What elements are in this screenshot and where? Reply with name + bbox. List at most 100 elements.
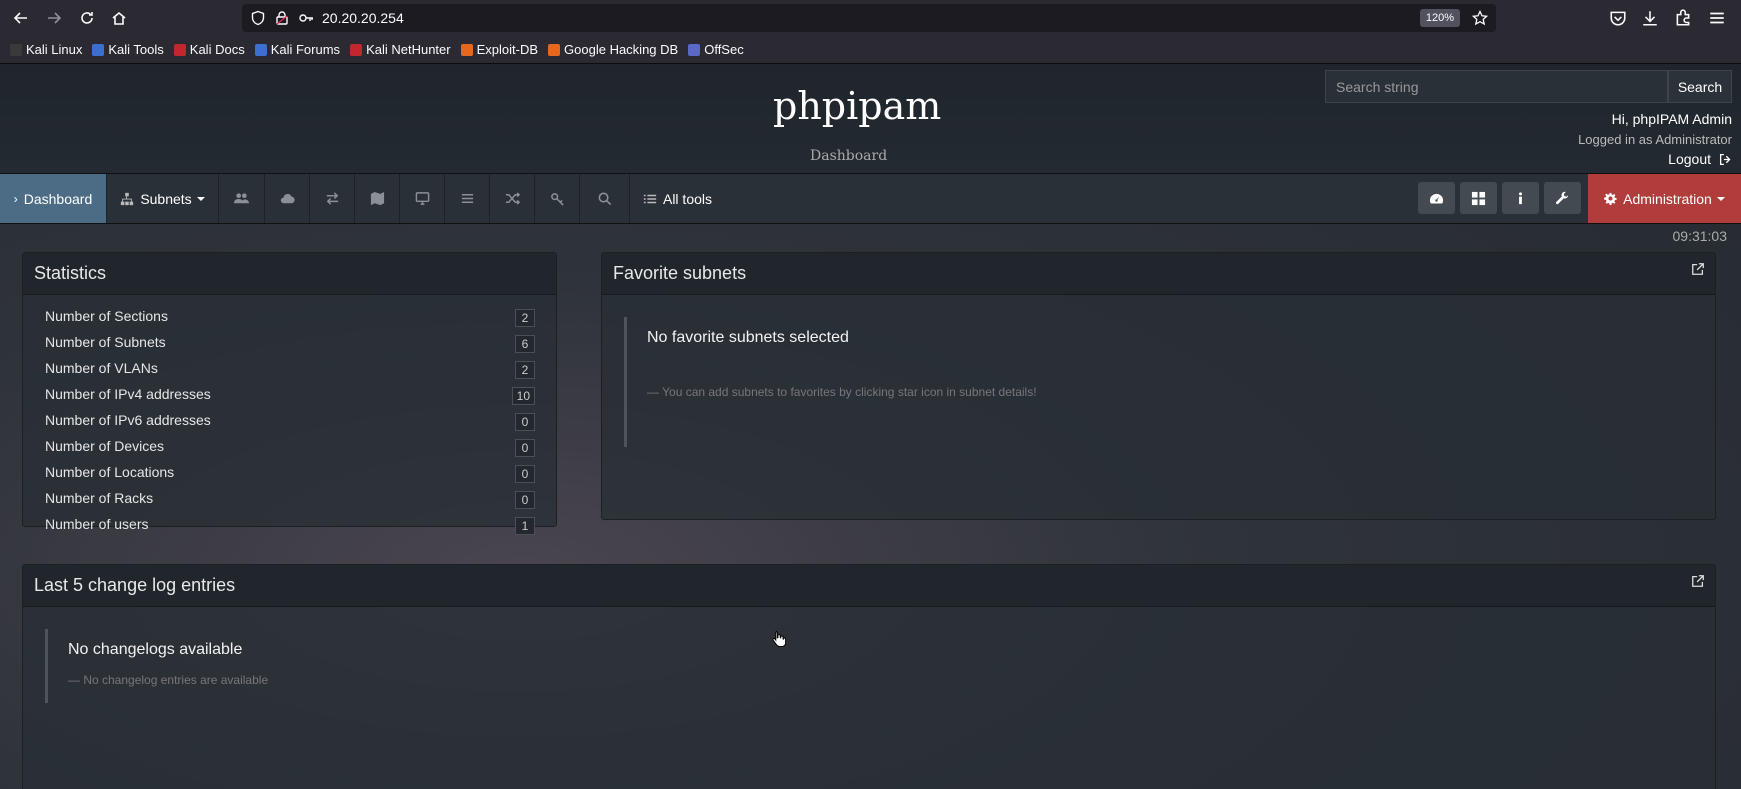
list-icon [643,194,657,203]
statistics-label: Number of IPv4 addresses [45,386,211,402]
tool-settings-button[interactable] [1544,182,1581,214]
url-bar[interactable]: 20.20.20.254 120% [242,4,1496,32]
statistics-count-badge: 0 [515,413,535,431]
wrench-icon [1556,191,1569,204]
sign-out-icon [1719,153,1731,165]
bookmark-item[interactable]: Kali Linux [10,42,82,57]
external-link-icon[interactable] [1691,574,1705,588]
statistics-row: Number of VLANs 2 [45,360,535,382]
bookmark-item[interactable]: Kali Docs [173,42,245,57]
menu-cloud[interactable] [265,174,310,223]
statistics-count-badge: 2 [515,309,535,327]
brand-title[interactable]: phpipam [773,84,941,128]
statistics-label: Number of Locations [45,464,175,480]
statistics-count-badge: 1 [515,517,535,535]
changelog-empty-title: No changelogs available [68,641,243,658]
menu-devices[interactable] [400,174,445,223]
forward-icon[interactable] [42,6,66,30]
back-icon[interactable] [9,6,33,30]
bookmark-label: Kali Linux [26,42,83,57]
extensions-icon[interactable] [1674,9,1692,27]
statistics-count-badge: 0 [515,439,535,457]
changelog-panel: Last 5 change log entries No changelogs … [22,564,1716,789]
statistics-count-badge: 0 [515,491,535,509]
menu-all-tools[interactable]: All tools [630,174,725,223]
menu-subnets-label: Subnets [140,190,192,207]
external-link-icon[interactable] [1691,262,1705,276]
hamburger-menu-icon[interactable] [1708,9,1726,27]
statistics-panel: Statistics Number of Sections 2 Number of … [22,252,557,535]
search-button[interactable]: Search [1668,70,1732,103]
caret-down-icon [196,196,205,201]
favorites-empty-hint: — You can add subnets to favorites by cl… [647,385,1037,399]
sitemap-icon [121,192,134,205]
statistics-label: Number of Racks [45,490,154,506]
statistics-label: Number of Sections [45,308,168,324]
menu-key[interactable] [535,174,580,223]
user-greeting: Hi, phpIPAM Admin [1611,111,1732,127]
bookmark-item[interactable]: Kali Forums [254,42,341,57]
url-text[interactable]: 20.20.20.254 [322,10,404,26]
bookmark-item[interactable]: Kali Tools [92,42,164,57]
bookmark-favicon-icon [10,43,22,56]
shield-icon[interactable] [250,10,266,26]
page-header: phpipam Dashboard Search Hi, phpIPAM Adm… [0,64,1741,174]
bookmark-label: OffSec [704,42,744,57]
menu-users[interactable] [219,174,265,223]
pocket-icon[interactable] [1609,9,1627,27]
search-form: Search [1325,70,1732,103]
statistics-row: Number of Devices 0 [45,438,535,460]
tool-widgets-button[interactable] [1460,182,1497,214]
bookmark-item[interactable]: OffSec [688,42,744,57]
gear-icon [1604,192,1617,205]
key-icon [550,193,564,206]
favorite-subnets-title: Favorite subnets [613,263,747,283]
statistics-label: Number of IPv6 addresses [45,412,211,428]
clock: 09:31:03 [1672,228,1728,244]
menu-list[interactable] [445,174,490,223]
changelog-empty-message: No changelogs available — No changelog e… [45,629,1045,703]
bookmark-item[interactable]: Kali NetHunter [350,42,451,57]
bookmark-label: Kali NetHunter [366,42,451,57]
bookmark-favicon-icon [548,43,561,56]
lock-icon[interactable] [274,10,290,26]
changelog-header: Last 5 change log entries [23,565,1715,607]
key-icon[interactable] [298,10,314,26]
download-icon[interactable] [1641,9,1659,27]
page-subtitle: Dashboard [810,148,888,164]
bookmark-label: Google Hacking DB [564,42,679,57]
statistics-row: Number of IPv4 addresses 10 [45,386,535,408]
bookmark-favicon-icon [92,43,105,56]
menu-map[interactable] [355,174,400,223]
administration-menu[interactable]: Administration [1588,174,1741,223]
menu-random[interactable] [490,174,535,223]
bookmark-item[interactable]: Exploit-DB [460,42,539,57]
list-icon [461,194,473,203]
menu-subnets[interactable]: Subnets [107,174,219,223]
statistics-row: Number of Sections 2 [45,308,535,330]
bookmark-label: Exploit-DB [476,42,539,57]
reload-icon[interactable] [75,6,99,30]
tool-info-button[interactable] [1502,182,1539,214]
logout-link[interactable]: Logout [1668,151,1732,167]
statistics-label: Number of Subnets [45,334,166,350]
statistics-label: Number of Devices [45,438,165,454]
menu-exchange[interactable] [310,174,355,223]
bookmark-label: Kali Forums [270,42,341,57]
search-input[interactable] [1325,70,1668,103]
main-menu: › Dashboard Subnets All tools Administra… [0,174,1741,224]
th-large-icon [1471,191,1486,205]
menu-search[interactable] [580,174,630,223]
bookmark-item[interactable]: Google Hacking DB [548,42,678,57]
home-icon[interactable] [107,6,131,30]
zoom-level[interactable]: 120% [1419,9,1460,27]
bookmark-label: Kali Docs [189,42,245,57]
hand-cursor-icon [772,631,787,647]
bookmark-favicon-icon [173,43,186,56]
menu-dashboard[interactable]: › Dashboard [0,174,107,223]
statistics-row: Number of Racks 0 [45,490,535,512]
star-icon[interactable] [1472,10,1488,26]
administration-label: Administration [1623,190,1712,207]
tool-dashboard-button[interactable] [1418,182,1455,214]
random-icon [505,192,520,205]
